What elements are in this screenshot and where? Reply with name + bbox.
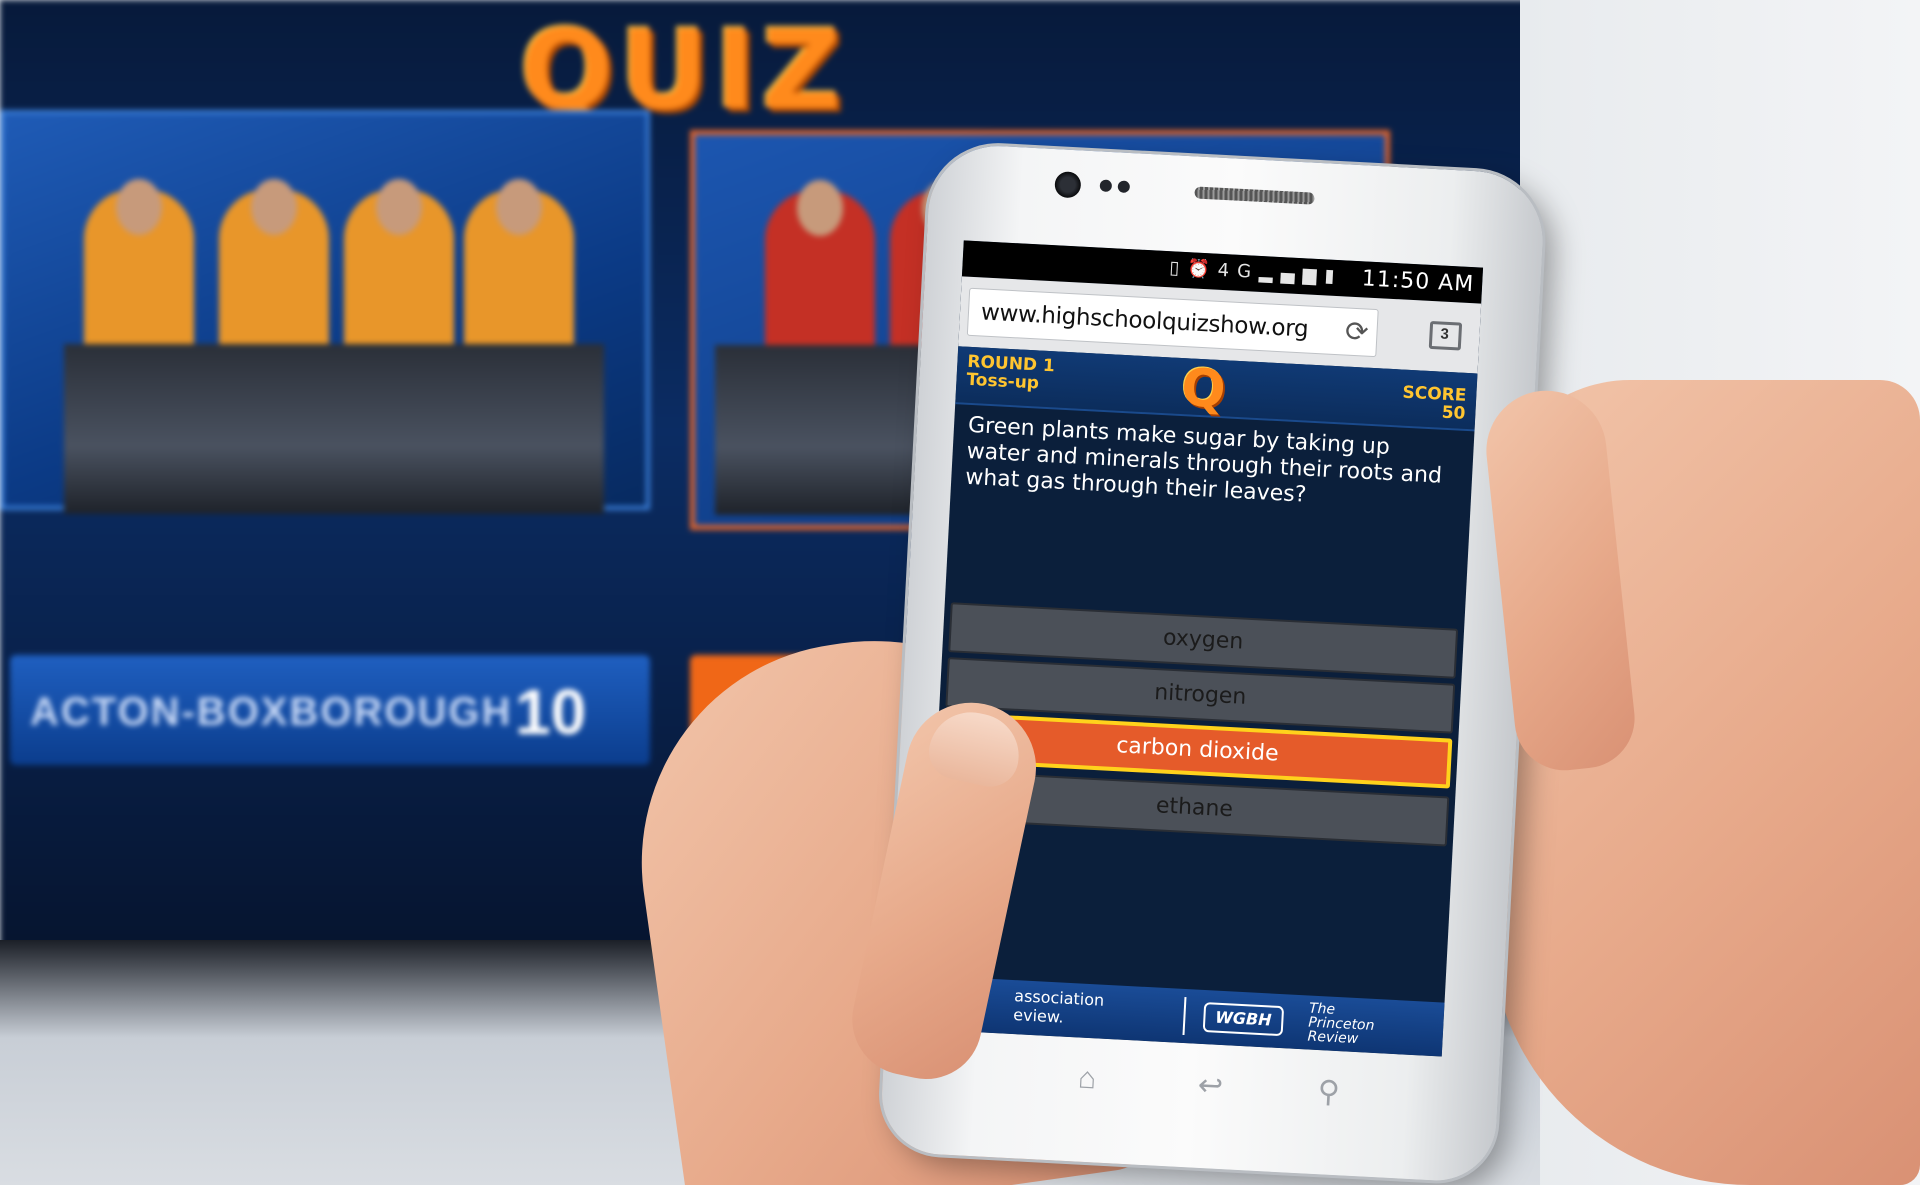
reload-icon[interactable]: ⟳ <box>1344 315 1369 349</box>
search-key-icon[interactable]: ⚲ <box>1317 1074 1341 1110</box>
earpiece-speaker <box>1194 186 1315 205</box>
status-icons: ▯⏰4G▂▄▆▮ <box>1169 257 1343 287</box>
sponsor-bar: association eview. WGBH The Princeton Re… <box>922 975 1445 1057</box>
tabs-button[interactable]: 3 <box>1428 320 1463 351</box>
wgbh-logo[interactable]: WGBH <box>1202 1002 1285 1037</box>
status-clock: 11:50 AM <box>1361 266 1475 298</box>
tv-team-score: 10 <box>515 676 587 748</box>
network-label: 4G <box>1217 259 1260 283</box>
contestant <box>219 179 329 369</box>
tv-team-name: ACTON-BOXBOROUGH <box>30 690 513 734</box>
contestant <box>84 179 194 369</box>
signal-icon: ▂▄▆ <box>1258 261 1326 287</box>
contestant-desk <box>64 344 604 514</box>
score-value: 50 <box>1441 402 1466 424</box>
score-label: SCORE <box>1402 382 1467 406</box>
vibrate-icon: ▯ <box>1168 257 1188 280</box>
tv-scoreboard-left: ACTON-BOXBOROUGH 10 <box>10 655 650 765</box>
contestant <box>765 180 875 370</box>
tab-count: 3 <box>1440 325 1450 343</box>
contestant <box>344 179 454 369</box>
princeton-review-logo[interactable]: The Princeton Review <box>1307 1001 1375 1048</box>
url-field[interactable]: www.highschoolquizshow.org ⟳ <box>966 287 1379 358</box>
score-display: SCORE 50 <box>1401 382 1467 424</box>
thumbnail <box>923 704 1027 792</box>
phone-screen: ▯⏰4G▂▄▆▮ 11:50 AM www.highschoolquizshow… <box>922 240 1484 1057</box>
question-text: Green plants make sugar by taking up wat… <box>964 412 1443 508</box>
contestant <box>464 179 574 369</box>
back-key-icon[interactable]: ↩ <box>1197 1068 1224 1104</box>
proximity-sensor <box>1099 179 1113 193</box>
sponsor-text: association eview. <box>1013 986 1105 1029</box>
quiz-q-logo: Q <box>1179 358 1228 421</box>
round-info: ROUND 1 Toss-up <box>966 352 1055 394</box>
battery-icon: ▮ <box>1323 265 1343 288</box>
alarm-icon: ⏰ <box>1186 258 1219 281</box>
hardware-keys: ⌂ ↩ ⚲ <box>882 1051 1499 1133</box>
front-camera <box>1054 171 1082 199</box>
home-key-icon[interactable]: ⌂ <box>1077 1062 1097 1097</box>
url-text: www.highschoolquizshow.org <box>980 299 1309 343</box>
tv-team-panel-left <box>0 110 650 514</box>
light-sensor <box>1117 180 1131 194</box>
divider <box>1182 996 1187 1036</box>
